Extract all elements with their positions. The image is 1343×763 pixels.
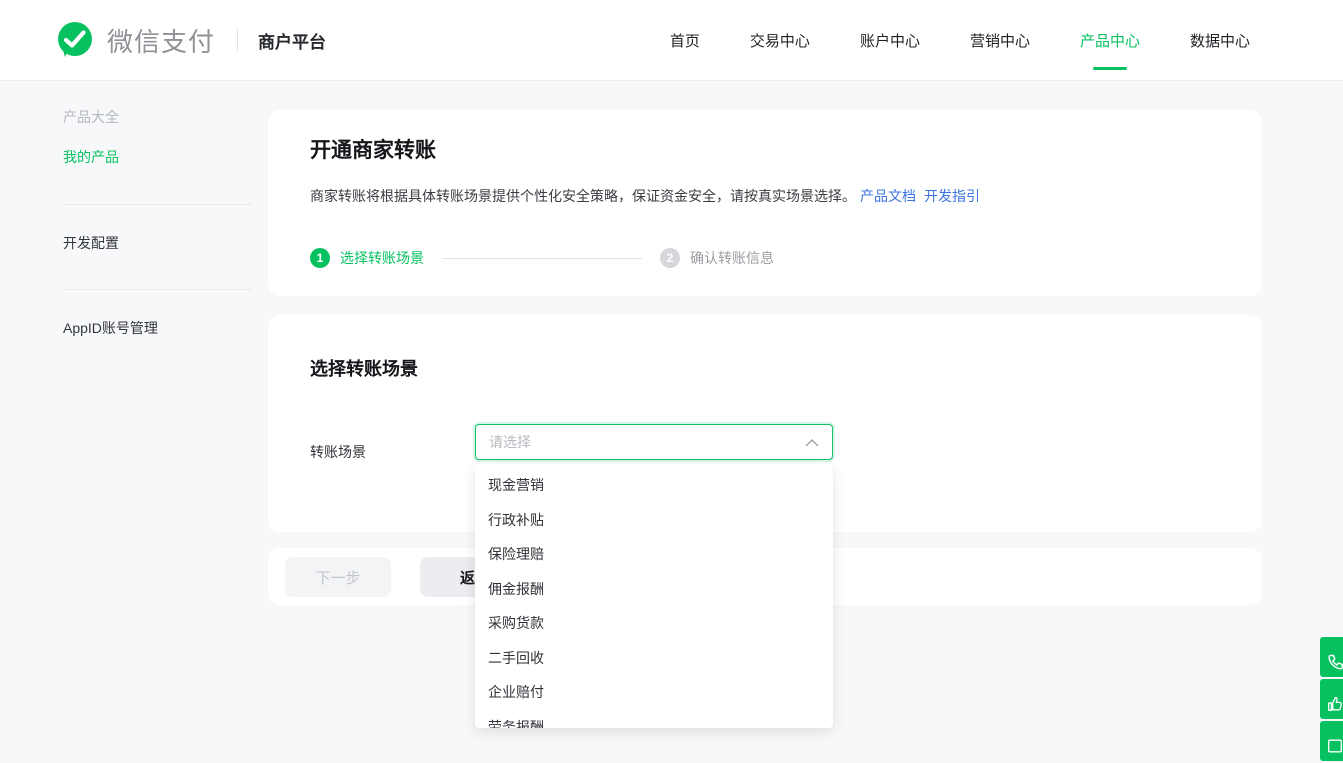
- dropdown-option-commission[interactable]: 佣金报酬: [475, 572, 833, 607]
- nav-item-product-center[interactable]: 产品中心: [1055, 0, 1165, 81]
- dropdown-option-procurement-payment[interactable]: 采购货款: [475, 606, 833, 641]
- chevron-up-icon: [805, 438, 819, 447]
- intro-card: 开通商家转账 商家转账将根据具体转账场景提供个性化安全策略，保证资金安全，请按真…: [268, 110, 1262, 296]
- transfer-scene-dropdown: 现金营销 行政补贴 保险理赔 佣金报酬 采购货款 二手回收 企业赔付 劳务报酬: [475, 464, 833, 728]
- dropdown-option-cash-marketing[interactable]: 现金营销: [475, 468, 833, 503]
- brand: 微信支付 商户平台: [55, 20, 326, 60]
- merchant-platform-page: { "colors": { "accent_green": "#07c160",…: [0, 0, 1343, 728]
- sidebar-divider: [63, 289, 253, 290]
- step-connector: [442, 258, 642, 259]
- step-2-circle: 2: [660, 248, 680, 268]
- select-placeholder: 请选择: [489, 432, 805, 452]
- dropdown-option-admin-subsidy[interactable]: 行政补贴: [475, 503, 833, 538]
- nav-item-account-center[interactable]: 账户中心: [835, 0, 945, 81]
- nav-item-home[interactable]: 首页: [645, 0, 725, 81]
- step-1-label: 选择转账场景: [340, 248, 424, 268]
- phone-icon: [1326, 653, 1343, 671]
- dev-guide-link[interactable]: 开发指引: [924, 188, 980, 204]
- brand-divider: [237, 29, 238, 51]
- step-indicator: 1 选择转账场景 2 确认转账信息: [310, 248, 774, 268]
- platform-name: 商户平台: [258, 28, 326, 53]
- transfer-scene-field-label: 转账场景: [310, 442, 366, 462]
- dropdown-option-secondhand-recycle[interactable]: 二手回收: [475, 641, 833, 676]
- step-1-circle: 1: [310, 248, 330, 268]
- sidebar-item-dev-config[interactable]: 开发配置: [63, 233, 119, 253]
- step-2-label: 确认转账信息: [690, 248, 774, 268]
- dropdown-option-labor-remuneration[interactable]: 劳务报酬: [475, 710, 833, 729]
- customer-service-button[interactable]: [1320, 637, 1343, 677]
- thumbs-up-icon: [1326, 695, 1343, 713]
- sidebar-item-appid-management[interactable]: AppID账号管理: [63, 318, 158, 338]
- dropdown-option-enterprise-compensation[interactable]: 企业赔付: [475, 675, 833, 710]
- top-nav: 首页 交易中心 账户中心 营销中心 产品中心 数据中心: [645, 0, 1275, 81]
- feedback-button[interactable]: [1320, 679, 1343, 719]
- dropdown-option-insurance-claim[interactable]: 保险理赔: [475, 537, 833, 572]
- brand-logo-text: 微信支付: [107, 22, 215, 59]
- nav-item-transaction-center[interactable]: 交易中心: [725, 0, 835, 81]
- panel-icon: [1326, 737, 1343, 755]
- nav-item-marketing-center[interactable]: 营销中心: [945, 0, 1055, 81]
- page-description-text: 商家转账将根据具体转账场景提供个性化安全策略，保证资金安全，请按真实场景选择。: [310, 188, 856, 204]
- product-doc-link[interactable]: 产品文档: [860, 188, 916, 204]
- page-title: 开通商家转账: [310, 134, 436, 164]
- sidebar-section-product-catalog[interactable]: 产品大全: [63, 107, 119, 127]
- transfer-scene-select[interactable]: 请选择: [475, 424, 833, 460]
- wechat-pay-logo-icon: [55, 20, 95, 60]
- more-tools-button[interactable]: [1320, 721, 1343, 761]
- nav-item-data-center[interactable]: 数据中心: [1165, 0, 1275, 81]
- sidebar-item-my-products[interactable]: 我的产品: [63, 147, 119, 167]
- page-description: 商家转账将根据具体转账场景提供个性化安全策略，保证资金安全，请按真实场景选择。产…: [310, 186, 980, 206]
- sidebar-divider: [63, 204, 253, 205]
- scene-card-heading: 选择转账场景: [310, 355, 418, 381]
- floating-side-panel: [1320, 637, 1343, 763]
- top-header: 微信支付 商户平台 首页 交易中心 账户中心 营销中心 产品中心 数据中心: [0, 0, 1343, 81]
- next-step-button[interactable]: 下一步: [285, 557, 391, 597]
